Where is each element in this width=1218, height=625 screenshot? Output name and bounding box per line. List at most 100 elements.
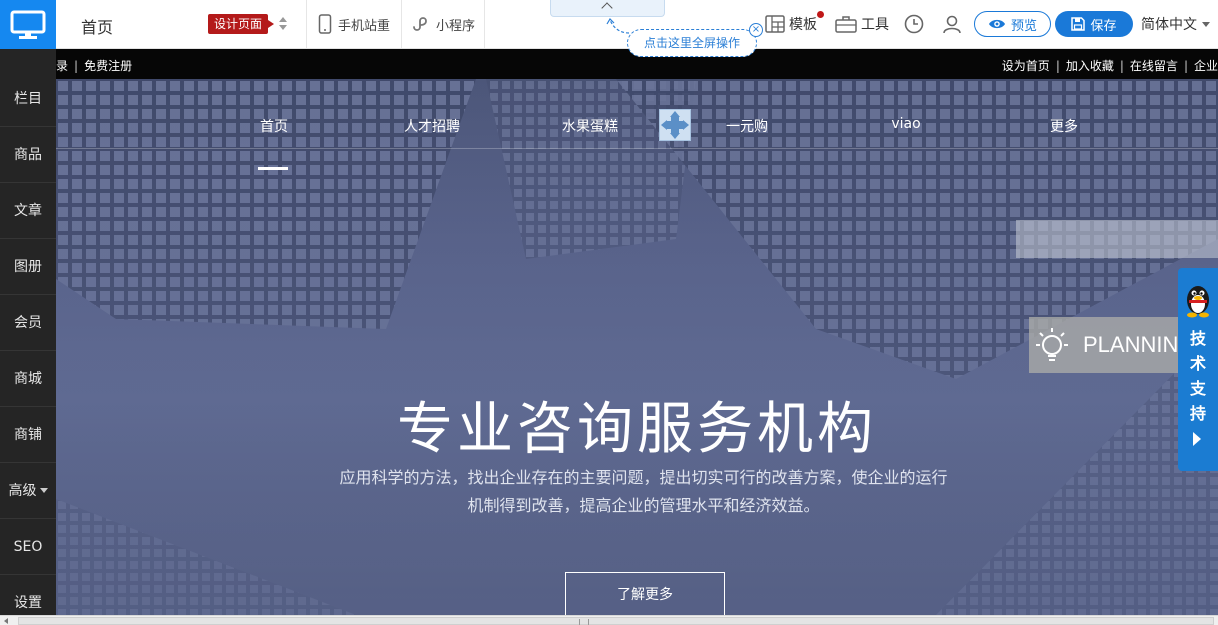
save-button[interactable]: 保存: [1055, 11, 1133, 37]
left-sidebar: 栏目 商品 文章 图册 会员 商城 商铺 高级 SEO 设置: [0, 49, 56, 615]
hero-description-line: 机制得到改善，提高企业的管理水平和经济效益。: [467, 496, 820, 515]
account-button[interactable]: [942, 0, 966, 48]
top-strip-left: 录 | 免费注册: [56, 59, 133, 73]
caret-down-icon: [1202, 22, 1210, 27]
editor-canvas: 录 | 免费注册 设为首页 | 加入收藏 | 在线留言 | 企业 首页 人才招聘…: [56, 49, 1218, 615]
history-button[interactable]: [904, 0, 928, 48]
language-select[interactable]: 简体中文: [1141, 14, 1210, 34]
sidebar-item-label: 图册: [14, 259, 42, 275]
sidebar-item-label: 设置: [14, 595, 42, 611]
close-icon[interactable]: ×: [749, 23, 763, 37]
sidebar-item-albums[interactable]: 图册: [0, 239, 56, 295]
sidebar-item-seo[interactable]: SEO: [0, 519, 56, 575]
learn-more-button[interactable]: 了解更多: [565, 572, 725, 615]
desktop-view-button[interactable]: [0, 0, 56, 49]
move-arrows-icon: [661, 111, 689, 139]
bookmark-link[interactable]: 加入收藏: [1066, 59, 1114, 73]
template-grid-icon: [765, 15, 785, 33]
mini-program-label: 小程序: [436, 18, 476, 34]
save-label: 保存: [1090, 18, 1117, 34]
fullscreen-tooltip-text: 点击这里全屏操作: [643, 36, 740, 50]
scrollbar-grip: [579, 619, 589, 625]
nav-item-more[interactable]: 更多: [1050, 116, 1078, 136]
scroll-left-arrow-icon[interactable]: [4, 618, 8, 624]
message-link[interactable]: 在线留言: [1130, 59, 1178, 73]
tech-support-widget[interactable]: 技 术 支 持: [1178, 268, 1218, 471]
hero-banner: 首页 人才招聘 水果蛋糕 一元购 viao 更多 PLANNING 专业咨询服务…: [56, 79, 1218, 615]
monitor-icon: [10, 10, 46, 39]
sidebar-item-label: 文章: [14, 203, 42, 219]
hero-title: 专业咨询服务机构: [397, 397, 877, 462]
toolbar-divider: [306, 0, 307, 48]
set-home-link[interactable]: 设为首页: [1002, 59, 1050, 73]
eye-icon: [988, 19, 1005, 29]
sidebar-item-label: 栏目: [14, 91, 42, 107]
page-switch-sort-icon[interactable]: [278, 15, 288, 33]
qq-penguin-icon: [1187, 286, 1209, 318]
mobile-phone-icon: [318, 14, 332, 34]
template-button[interactable]: 模板: [765, 0, 817, 48]
sidebar-item-columns[interactable]: 栏目: [0, 71, 56, 127]
fullscreen-tooltip[interactable]: 点击这里全屏操作 ×: [627, 23, 763, 57]
play-arrow-icon: [1193, 432, 1201, 446]
nav-item-home[interactable]: 首页: [260, 116, 288, 136]
sidebar-item-label: 会员: [14, 315, 42, 331]
sidebar-item-shops[interactable]: 商铺: [0, 407, 56, 463]
mobile-site-button[interactable]: 手机站重: [318, 0, 390, 48]
top-strip-right: 设为首页 | 加入收藏 | 在线留言 | 企业: [1001, 59, 1218, 73]
sidebar-item-mall[interactable]: 商城: [0, 351, 56, 407]
sidebar-item-advanced[interactable]: 高级: [0, 463, 56, 519]
preview-label: 预览: [1010, 18, 1037, 34]
tooltip-pointer-icon: [606, 18, 630, 34]
sidebar-item-articles[interactable]: 文章: [0, 183, 56, 239]
support-char: 持: [1189, 404, 1206, 423]
tools-button[interactable]: 工具: [835, 0, 889, 48]
sidebar-item-label: 商品: [14, 147, 42, 163]
nav-item-viao[interactable]: viao: [891, 116, 920, 132]
active-nav-indicator: [258, 167, 288, 170]
lightbulb-icon: [1036, 328, 1068, 361]
tech-support-label: 技 术 支 持: [1178, 326, 1218, 426]
toolbox-icon: [835, 16, 857, 33]
register-link[interactable]: 免费注册: [84, 59, 132, 73]
user-icon: [943, 15, 961, 34]
caret-down-icon: [39, 488, 48, 493]
floppy-disk-icon: [1071, 17, 1086, 31]
toolbar-divider: [484, 0, 485, 48]
language-value: 简体中文: [1141, 17, 1197, 33]
sidebar-item-members[interactable]: 会员: [0, 295, 56, 351]
fullscreen-toggle-tab[interactable]: [550, 0, 665, 17]
page-title[interactable]: 首页: [81, 14, 113, 38]
sidebar-item-label: SEO: [13, 539, 43, 555]
template-label: 模板: [789, 17, 817, 33]
login-link-cut[interactable]: 录: [56, 59, 68, 73]
mini-program-icon: [413, 17, 427, 31]
chevron-up-icon: [601, 2, 613, 14]
hero-description: 应用科学的方法，找出企业存在的主要问题，提出切实可行的改善方案，使企业的运行 机…: [336, 464, 951, 520]
move-handle[interactable]: [659, 109, 691, 141]
enterprise-link-cut[interactable]: 企业: [1194, 59, 1218, 73]
site-main-nav: 首页 人才招聘 水果蛋糕 一元购 viao 更多: [56, 79, 1218, 149]
sidebar-item-label: 商城: [14, 371, 42, 387]
scrollbar-thumb[interactable]: [18, 617, 1214, 625]
notification-dot: [817, 11, 824, 18]
clock-icon: [904, 14, 924, 34]
support-char: 支: [1189, 379, 1206, 398]
tools-label: 工具: [861, 17, 889, 33]
nav-item-fruit-cake[interactable]: 水果蛋糕: [562, 116, 618, 136]
support-char: 术: [1189, 354, 1206, 373]
design-page-badge[interactable]: 设计页面: [208, 14, 275, 34]
mobile-site-label: 手机站重: [338, 18, 391, 34]
sidebar-item-label: 高级: [8, 483, 37, 499]
translucent-panel: [1016, 220, 1218, 258]
hero-description-line: 应用科学的方法，找出企业存在的主要问题，提出切实可行的改善方案，使企业的运行: [339, 468, 948, 487]
nav-item-one-yuan[interactable]: 一元购: [726, 116, 768, 136]
preview-button[interactable]: 预览: [974, 11, 1051, 37]
horizontal-scrollbar[interactable]: [0, 615, 1218, 625]
mini-program-button[interactable]: 小程序: [410, 0, 475, 48]
nav-item-recruitment[interactable]: 人才招聘: [404, 116, 460, 136]
sidebar-item-label: 商铺: [14, 427, 42, 443]
toolbar-divider: [401, 0, 402, 48]
sidebar-item-products[interactable]: 商品: [0, 127, 56, 183]
support-char: 技: [1189, 329, 1206, 348]
